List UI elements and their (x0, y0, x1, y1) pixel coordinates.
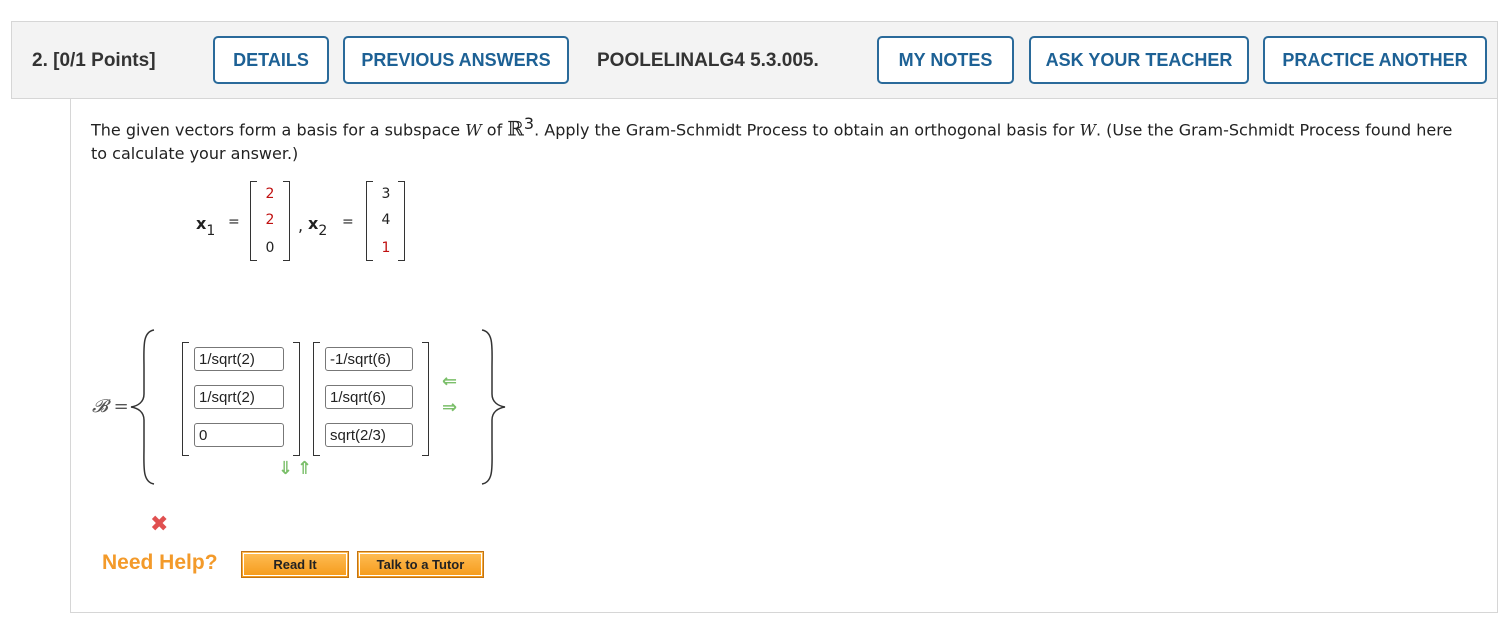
x2-left-bracket (366, 181, 373, 261)
x2-entry-2: 4 (381, 212, 391, 228)
col2-left-bracket (313, 342, 320, 456)
col1-right-bracket (293, 342, 300, 456)
practice-another-button[interactable]: PRACTICE ANOTHER (1263, 36, 1487, 84)
add-row-down-arrow-icon[interactable]: ⇓ (278, 458, 293, 479)
col1-row3-input[interactable] (194, 423, 284, 447)
subspace-w: W (465, 120, 482, 140)
x1-label: x1 (196, 214, 216, 239)
x2-label: x2 (308, 214, 328, 239)
my-notes-button[interactable]: MY NOTES (877, 36, 1014, 84)
ask-your-teacher-button[interactable]: ASK YOUR TEACHER (1029, 36, 1249, 84)
col2-row1-input[interactable] (325, 347, 413, 371)
talk-to-tutor-button[interactable]: Talk to a Tutor (357, 551, 484, 578)
basis-label: 𝓑 = (92, 396, 129, 417)
right-brace-icon (481, 329, 506, 485)
previous-answers-button[interactable]: PREVIOUS ANSWERS (343, 36, 569, 84)
prompt-text-2: . Apply the Gram-Schmidt Process to obta… (534, 120, 1080, 140)
x2-right-bracket (398, 181, 405, 261)
x1-entry-3: 0 (265, 240, 275, 256)
x2-entry-1: 3 (381, 186, 391, 202)
question-header: 2. [0/1 Points] DETAILS PREVIOUS ANSWERS… (11, 21, 1498, 99)
add-column-arrow-icon[interactable]: ⇒ (442, 397, 457, 418)
vector-comma: , (298, 216, 304, 235)
details-button[interactable]: DETAILS (213, 36, 329, 84)
x1-right-bracket (283, 181, 290, 261)
prompt-text-of: of (481, 120, 508, 140)
x1-left-bracket (250, 181, 257, 261)
x1-entry-1: 2 (265, 186, 275, 202)
left-brace-icon (130, 329, 155, 485)
col2-right-bracket (422, 342, 429, 456)
incorrect-mark-icon: ✖ (150, 512, 169, 537)
col2-row2-input[interactable] (325, 385, 413, 409)
problem-statement: The given vectors form a basis for a sub… (91, 112, 1471, 166)
col2-row3-input[interactable] (325, 423, 413, 447)
need-help-label: Need Help? (102, 551, 218, 574)
col1-row1-input[interactable] (194, 347, 284, 371)
remove-column-arrow-icon[interactable]: ⇐ (442, 371, 457, 392)
x2-equals: = (342, 214, 354, 230)
question-points-label: 2. [0/1 Points] (32, 50, 156, 71)
x1-entry-2: 2 (265, 212, 275, 228)
col1-row2-input[interactable] (194, 385, 284, 409)
subspace-w-2: W (1079, 120, 1096, 140)
x1-equals: = (228, 214, 240, 230)
prompt-text-1: The given vectors form a basis for a sub… (91, 120, 466, 140)
question-body (70, 99, 1498, 613)
real-space-symbol: ℝ (507, 116, 524, 141)
col1-left-bracket (182, 342, 189, 456)
remove-row-up-arrow-icon[interactable]: ⇑ (297, 458, 312, 479)
x2-entry-3: 1 (381, 240, 391, 256)
real-space-exponent: 3 (523, 114, 535, 133)
read-it-button[interactable]: Read It (241, 551, 349, 578)
problem-code: POOLELINALG4 5.3.005. (597, 50, 819, 71)
